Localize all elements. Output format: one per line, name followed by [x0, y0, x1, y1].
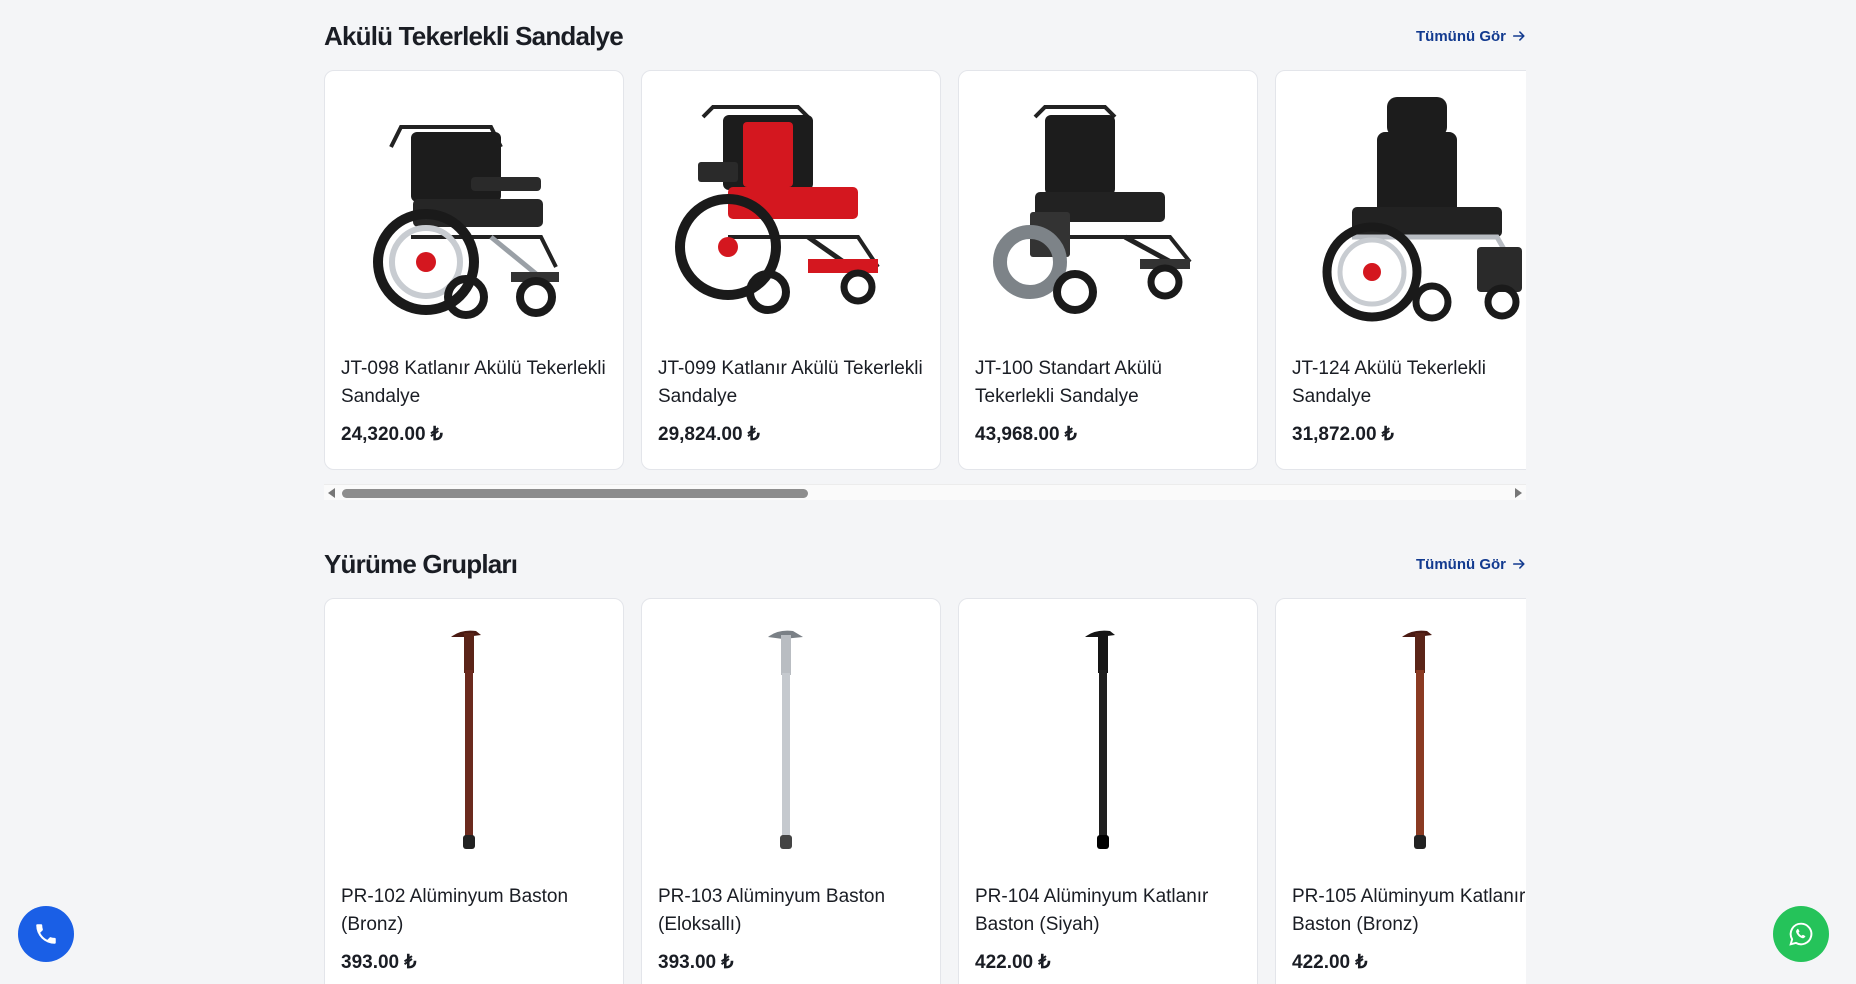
product-price: 24,320.00 ₺	[341, 424, 443, 445]
section-header: Yürüme Grupları Tümünü Gör	[324, 544, 1526, 584]
product-price: 393.00 ₺	[658, 952, 734, 973]
product-image	[1322, 97, 1522, 322]
product-image	[675, 105, 880, 314]
arrow-right-icon	[1512, 31, 1525, 41]
product-image	[768, 630, 803, 849]
product-price: 29,824.00 ₺	[658, 424, 760, 445]
product-card[interactable]: PR-105 Alüminyum Katlanır Baston (Bronz)…	[1275, 598, 1526, 984]
section-title: Akülü Tekerlekli Sandalye	[324, 20, 624, 51]
product-name[interactable]: JT-098 Katlanır Akülü Tekerlekli Sandaly…	[341, 355, 611, 411]
product-carousel[interactable]: JT-098 Katlanır Akülü Tekerlekli Sandaly…	[324, 70, 1526, 470]
product-price: 393.00 ₺	[341, 952, 417, 973]
section-header: Akülü Tekerlekli Sandalye Tümünü Gör	[324, 16, 1526, 56]
product-name[interactable]: PR-104 Alüminyum Katlanır Baston (Siyah)	[975, 883, 1245, 939]
product-card[interactable]: PR-104 Alüminyum Katlanır Baston (Siyah)…	[958, 598, 1258, 984]
product-image	[1402, 630, 1432, 849]
whatsapp-icon	[1789, 922, 1813, 946]
scroll-left-icon[interactable]	[328, 488, 335, 498]
phone-button[interactable]	[18, 906, 74, 962]
product-image	[1085, 630, 1115, 849]
product-card[interactable]: JT-100 Standart Akülü Tekerlekli Sandaly…	[958, 70, 1258, 470]
product-price: 422.00 ₺	[1292, 952, 1368, 973]
product-card[interactable]: JT-124 Akülü Tekerlekli Sandalye 31,872.…	[1275, 70, 1526, 470]
whatsapp-button[interactable]	[1773, 906, 1829, 962]
carousel-scrollbar[interactable]	[324, 484, 1526, 500]
product-carousel[interactable]: PR-102 Alüminyum Baston (Bronz) 393.00 ₺…	[324, 598, 1526, 984]
product-image	[373, 125, 559, 319]
product-image	[993, 105, 1192, 314]
see-all-link[interactable]: Tümünü Gör	[1416, 556, 1526, 573]
see-all-label: Tümünü Gör	[1416, 27, 1506, 45]
phone-icon	[36, 924, 56, 944]
section-title: Yürüme Grupları	[324, 548, 518, 579]
product-name[interactable]: JT-100 Standart Akülü Tekerlekli Sandaly…	[975, 355, 1245, 411]
product-name[interactable]: PR-103 Alüminyum Baston (Eloksallı)	[658, 883, 928, 939]
product-card[interactable]: PR-102 Alüminyum Baston (Bronz) 393.00 ₺	[324, 598, 624, 984]
product-name[interactable]: PR-105 Alüminyum Katlanır Baston (Bronz)	[1292, 883, 1526, 939]
product-price: 43,968.00 ₺	[975, 424, 1077, 445]
scrollbar-thumb[interactable]	[342, 489, 808, 498]
product-name[interactable]: PR-102 Alüminyum Baston (Bronz)	[341, 883, 611, 939]
product-name[interactable]: JT-099 Katlanır Akülü Tekerlekli Sandaly…	[658, 355, 928, 411]
see-all-label: Tümünü Gör	[1416, 555, 1506, 573]
see-all-link[interactable]: Tümünü Gör	[1416, 28, 1526, 45]
product-price: 422.00 ₺	[975, 952, 1051, 973]
product-card[interactable]: JT-098 Katlanır Akülü Tekerlekli Sandaly…	[324, 70, 624, 470]
scroll-right-icon[interactable]	[1515, 488, 1522, 498]
product-name[interactable]: JT-124 Akülü Tekerlekli Sandalye	[1292, 355, 1526, 411]
product-price: 31,872.00 ₺	[1292, 424, 1394, 445]
arrow-right-icon	[1512, 559, 1525, 569]
section-walking-aids: Yürüme Grupları Tümünü Gör PR-102 Alümin…	[324, 544, 1526, 984]
product-image	[451, 630, 481, 849]
section-powered-wheelchairs: Akülü Tekerlekli Sandalye Tümünü Gör JT-…	[324, 16, 1526, 500]
product-card[interactable]: PR-103 Alüminyum Baston (Eloksallı) 393.…	[641, 598, 941, 984]
product-card[interactable]: JT-099 Katlanır Akülü Tekerlekli Sandaly…	[641, 70, 941, 470]
